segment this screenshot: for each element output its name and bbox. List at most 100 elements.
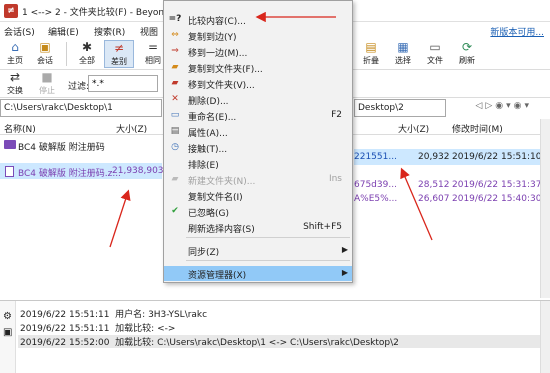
log-scrollbar[interactable] xyxy=(540,301,550,373)
menu-search[interactable]: 搜索(R) xyxy=(94,25,125,38)
menu-edit[interactable]: 编辑(E) xyxy=(48,25,79,38)
menu-item-sync[interactable]: 同步(Z) ▶ xyxy=(164,243,352,258)
file-icon: ▭ xyxy=(429,40,441,54)
gear-icon[interactable]: ⚙ xyxy=(3,311,12,322)
rename-icon: ▭ xyxy=(170,110,180,120)
collapse-button-label: 折叠 xyxy=(363,56,379,65)
table-row[interactable]: BC4 破解版 附注册码.z... 21,938,903 xyxy=(0,163,164,179)
app-logo-icon: ≠ xyxy=(4,4,18,18)
context-menu: =? 比较内容(C)... ⇔ 复制到边(Y) ⇒ 移到一边(M)... ▰ 复… xyxy=(163,0,353,283)
table-row[interactable]: A%E5%... 26,607 2019/6/22 15:40:30 xyxy=(354,191,541,207)
log-line: 2019/6/22 15:51:11 用户名: 3H3-YSL\rakc xyxy=(20,307,207,320)
menu-item-delete[interactable]: ✕ 删除(D)... xyxy=(164,92,352,107)
row-size: 26,607 xyxy=(418,194,450,204)
touch-icon: ◷ xyxy=(171,142,179,152)
left-size-column[interactable]: 大小(Z) xyxy=(116,122,147,135)
swap-button[interactable]: ⇄ 交换 xyxy=(0,70,30,98)
path-nav-icons[interactable]: ◁▷◉▾◉▾ xyxy=(475,101,532,111)
delete-icon: ✕ xyxy=(171,94,179,104)
table-row[interactable]: 221551... 20,932 2019/6/22 15:51:10 xyxy=(354,149,541,165)
menu-item-label: 复制文件名(I) xyxy=(188,193,243,203)
select-button[interactable]: ▦ 选择 xyxy=(388,40,418,68)
row-size: 20,932 xyxy=(418,152,450,162)
refresh-button[interactable]: ⟳ 刷新 xyxy=(452,40,482,68)
left-path-input[interactable]: C:\Users\rakc\Desktop\1 xyxy=(0,99,162,117)
menu-item-label: 新建文件夹(N)... xyxy=(188,177,256,187)
properties-icon: ▤ xyxy=(170,126,180,136)
all-icon: ✱ xyxy=(81,40,93,54)
copy-to-folder-icon: ▰ xyxy=(171,62,179,72)
row-name-fragment: 221551... xyxy=(354,152,397,162)
menu-item-copy-to-folder[interactable]: ▰ 复制到文件夹(F)... xyxy=(164,60,352,75)
log-text: 加载比较: <-> xyxy=(115,324,176,334)
menu-item-exclude[interactable]: 排除(E) xyxy=(164,156,352,171)
log-panel: ⚙ ▣ 2019/6/22 15:51:11 用户名: 3H3-YSL\rakc… xyxy=(0,300,550,373)
select-icon: ▦ xyxy=(397,40,409,54)
menu-view[interactable]: 视图 xyxy=(140,25,158,38)
menu-separator xyxy=(186,260,350,261)
menu-item-refresh-selection[interactable]: 刷新选择内容(S) Shift+F5 xyxy=(164,220,352,235)
toolbar-divider xyxy=(66,42,67,66)
row-size: 28,512 xyxy=(418,180,450,190)
menu-item-explorer[interactable]: 资源管理器(X) ▶ xyxy=(164,266,352,281)
log-text: 加载比较: C:\Users\rakc\Desktop\1 <-> C:\Use… xyxy=(115,338,399,348)
home-button[interactable]: ⌂ 主页 xyxy=(0,40,30,68)
folder-icon xyxy=(4,140,16,149)
stop-button[interactable]: ■ 停止 xyxy=(32,70,62,98)
menu-item-label: 接触(T)... xyxy=(188,145,228,155)
menu-item-label: 移到文件夹(V)... xyxy=(188,81,255,91)
session-button-label: 会话 xyxy=(37,56,53,65)
file-list-scrollbar[interactable] xyxy=(540,119,550,298)
log-gutter: ⚙ ▣ xyxy=(0,301,16,373)
menu-item-properties[interactable]: ▤ 属性(A)... xyxy=(164,124,352,139)
right-size-column[interactable]: 大小(Z) xyxy=(398,122,429,135)
menu-item-label: 移到一边(M)... xyxy=(188,49,248,59)
menu-item-rename[interactable]: ▭ 重命名(E)... F2 xyxy=(164,108,352,123)
select-button-label: 选择 xyxy=(395,56,411,65)
table-row[interactable]: BC4 破解版 附注册码 xyxy=(0,137,162,153)
session-button[interactable]: ▣ 会话 xyxy=(30,40,60,68)
menu-item-new-folder[interactable]: ▰ 新建文件夹(N)... Ins xyxy=(164,172,352,187)
all-button[interactable]: ✱ 全部 xyxy=(72,40,102,68)
new-version-link[interactable]: 新版本可用... xyxy=(490,25,544,38)
collapse-button[interactable]: ▤ 折叠 xyxy=(356,40,386,68)
menu-item-label: 排除(E) xyxy=(188,161,219,171)
menu-item-label: 同步(Z) xyxy=(188,248,220,258)
left-name-column[interactable]: 名称(N) xyxy=(4,122,36,135)
right-path-input[interactable]: Desktop\2 xyxy=(354,99,446,117)
check-icon: ✔ xyxy=(171,206,179,216)
right-modified-column[interactable]: 修改时间(M) xyxy=(452,122,503,135)
save-icon[interactable]: ▣ xyxy=(3,327,12,338)
menu-item-ignored[interactable]: ✔ 已忽略(G) xyxy=(164,204,352,219)
menu-item-shortcut: F2 xyxy=(331,110,342,120)
menu-item-copy-to-side[interactable]: ⇔ 复制到边(Y) xyxy=(164,28,352,43)
move-to-folder-icon: ▰ xyxy=(171,78,179,88)
collapse-icon: ▤ xyxy=(365,40,377,54)
menu-item-label: 比较内容(C)... xyxy=(188,17,246,27)
menu-item-copy-filename[interactable]: 复制文件名(I) xyxy=(164,188,352,203)
row-name: BC4 破解版 附注册码 xyxy=(18,143,105,153)
diff-button[interactable]: ≠ 差别 xyxy=(104,40,134,68)
menu-item-shortcut: Ins xyxy=(328,174,342,184)
menu-item-label: 复制到文件夹(F)... xyxy=(188,65,263,75)
home-button-label: 主页 xyxy=(7,56,23,65)
swap-icon: ⇄ xyxy=(9,70,21,84)
move-to-side-icon: ⇒ xyxy=(171,46,179,56)
menu-item-shortcut: Shift+F5 xyxy=(303,222,342,232)
file-button[interactable]: ▭ 文件 xyxy=(420,40,450,68)
window-title: 1 <--> 2 - 文件夹比较(F) - Beyond Co xyxy=(22,8,185,18)
same-icon: = xyxy=(147,40,159,54)
menu-separator xyxy=(186,237,350,238)
menu-item-move-to-folder[interactable]: ▰ 移到文件夹(V)... xyxy=(164,76,352,91)
menu-item-compare[interactable]: =? 比较内容(C)... xyxy=(164,12,352,27)
stop-button-label: 停止 xyxy=(39,86,55,95)
row-name-fragment: A%E5%... xyxy=(354,194,398,204)
menu-item-move-to-side[interactable]: ⇒ 移到一边(M)... xyxy=(164,44,352,59)
log-time: 2019/6/22 15:51:11 xyxy=(20,324,110,334)
menu-item-touch[interactable]: ◷ 接触(T)... xyxy=(164,140,352,155)
refresh-icon: ⟳ xyxy=(461,40,473,54)
menu-session[interactable]: 会话(S) xyxy=(4,25,35,38)
filter-input[interactable] xyxy=(88,75,158,92)
log-text: 用户名: 3H3-YSL\rakc xyxy=(115,310,208,320)
menu-item-label: 资源管理器(X) xyxy=(188,271,247,281)
